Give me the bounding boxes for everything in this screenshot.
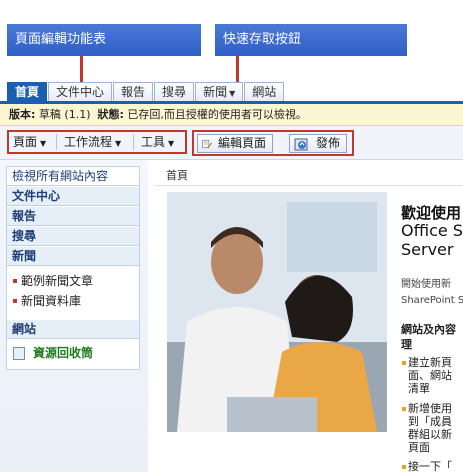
highlight-page-edit-menu bbox=[7, 130, 187, 154]
feature-link[interactable]: 建立新頁 面、網站 清單 bbox=[402, 356, 463, 395]
quick-launch-nav: 檢視所有網站內容 文件中心 報告 搜尋 新聞 範例新聞文章 新聞資料庫 網站 資… bbox=[6, 166, 140, 370]
state-value: 已存回,而且授權的使用者可以檢視。 bbox=[127, 108, 307, 121]
page-status-bar: 版本: 草稿 (1.1) 狀態: 已存回,而且授權的使用者可以檢視。 bbox=[0, 104, 463, 126]
version-label: 版本: bbox=[9, 108, 36, 121]
welcome-photo bbox=[167, 192, 387, 432]
feature-link[interactable]: 接一下「 bbox=[402, 460, 463, 472]
callout-page-edit-menu: 頁面編輯功能表 bbox=[7, 24, 201, 56]
sidebar-item-sites[interactable]: 網站 bbox=[7, 320, 139, 339]
intro-text: 開始使用新 SharePoint S bbox=[401, 279, 463, 306]
welcome-subtitle: Office S Server bbox=[401, 221, 463, 259]
welcome-title: 歡迎使用 bbox=[401, 204, 462, 222]
features-heading: 網站及內容 理 bbox=[401, 323, 456, 351]
version-value: 草稿 (1.1) bbox=[38, 108, 91, 121]
tab-document-center[interactable]: 文件中心 bbox=[48, 82, 113, 101]
sidebar-item-search[interactable]: 搜尋 bbox=[7, 227, 139, 246]
breadcrumb[interactable]: 首頁 bbox=[154, 166, 463, 186]
chevron-down-icon: ▼ bbox=[229, 89, 236, 98]
sidebar-item-news-archive[interactable]: 新聞資料庫 bbox=[7, 292, 139, 310]
feature-link[interactable]: 新增使用 到「成員 群組以新 頁面 bbox=[402, 402, 463, 454]
recycle-bin-icon bbox=[13, 347, 25, 360]
tab-sites[interactable]: 網站 bbox=[244, 82, 285, 101]
highlight-quick-access-buttons bbox=[192, 130, 354, 156]
callout-quick-access-buttons: 快速存取按鈕 bbox=[215, 24, 407, 56]
tab-reports[interactable]: 報告 bbox=[113, 82, 154, 101]
tab-home[interactable]: 首頁 bbox=[7, 82, 48, 101]
sidebar-item-reports[interactable]: 報告 bbox=[7, 207, 139, 226]
sidebar-item-document-center[interactable]: 文件中心 bbox=[7, 187, 139, 206]
sidebar-item-news[interactable]: 新聞 bbox=[7, 247, 139, 266]
tab-search[interactable]: 搜尋 bbox=[154, 82, 195, 101]
screenshot-stage: 頁面編輯功能表 快速存取按鈕 首頁 文件中心 報告 搜尋 新聞 ▼ 網站 版本: … bbox=[0, 0, 463, 472]
sidebar-item-sample-news-article[interactable]: 範例新聞文章 bbox=[7, 272, 139, 290]
state-label: 狀態: bbox=[97, 108, 124, 121]
view-all-site-content-link[interactable]: 檢視所有網站內容 bbox=[7, 167, 139, 186]
tab-news[interactable]: 新聞 ▼ bbox=[195, 82, 244, 101]
recycle-bin-link[interactable]: 資源回收筒 bbox=[7, 344, 139, 362]
top-nav-tabs: 首頁 文件中心 報告 搜尋 新聞 ▼ 網站 bbox=[7, 82, 285, 101]
